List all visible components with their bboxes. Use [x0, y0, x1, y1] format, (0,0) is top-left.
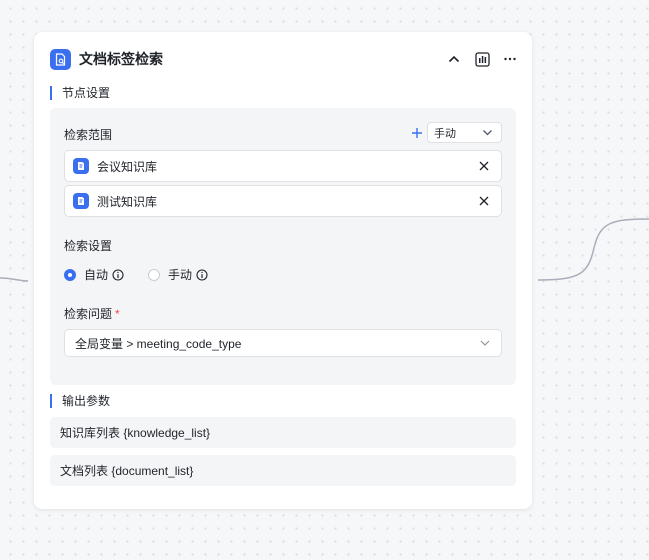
info-icon[interactable]: [112, 268, 124, 281]
node-settings-panel: 检索范围 手动 会议知识库 测试知识库 检索设置 自动 手动 检索问题 * 全局…: [50, 108, 516, 385]
retrieval-node-card[interactable]: 文档标签检索 节点设置 检索范围 手动 会议知识库 测试知识库 检索设置 自动 …: [34, 32, 532, 509]
plus-icon: [412, 127, 422, 138]
knowledge-base-name: 会议知识库: [97, 159, 158, 174]
knowledge-base-icon: [73, 158, 89, 174]
close-icon[interactable]: [477, 159, 491, 173]
collapse-icon[interactable]: [446, 51, 462, 67]
chart-icon[interactable]: [474, 51, 490, 67]
radio-button-unchecked[interactable]: [148, 268, 161, 281]
node-title: 文档标签检索: [79, 51, 163, 67]
output-param-row: 文档列表 {document_list}: [50, 455, 516, 486]
required-mark: *: [115, 307, 120, 321]
radio-manual[interactable]: 手动: [148, 266, 208, 283]
search-scope-label: 检索范围: [64, 128, 113, 142]
knowledge-base-item[interactable]: 会议知识库: [64, 150, 502, 182]
knowledge-base-item[interactable]: 测试知识库: [64, 185, 502, 217]
radio-button-checked[interactable]: [64, 268, 76, 281]
scope-mode-controls: 手动: [411, 122, 502, 143]
incoming-edge: [0, 277, 29, 282]
radio-label: 手动: [168, 268, 193, 282]
radio-auto[interactable]: 自动: [64, 266, 124, 283]
search-mode-radio-group: 自动 手动: [64, 266, 232, 283]
search-query-label-text: 检索问题: [64, 307, 113, 321]
knowledge-base-icon: [73, 193, 89, 209]
close-icon[interactable]: [477, 194, 491, 208]
scope-mode-select[interactable]: 手动: [427, 122, 502, 143]
add-knowledge-base-button[interactable]: [411, 127, 423, 139]
document-search-icon: [50, 48, 71, 70]
info-icon[interactable]: [196, 268, 208, 281]
chevron-down-icon: [479, 337, 491, 349]
search-query-label: 检索问题 *: [64, 305, 120, 322]
search-query-value: 全局变量 > meeting_code_type: [75, 336, 242, 351]
more-icon[interactable]: [502, 51, 518, 67]
output-param-row: 知识库列表 {knowledge_list}: [50, 417, 516, 448]
node-settings-title: 节点设置: [50, 86, 110, 100]
outgoing-edge: [537, 218, 649, 281]
chevron-down-icon: [482, 127, 493, 138]
scope-mode-value: 手动: [434, 127, 456, 140]
knowledge-base-name: 测试知识库: [97, 194, 158, 209]
node-header: 文档标签检索: [50, 48, 518, 70]
header-actions: [446, 51, 518, 67]
radio-label: 自动: [84, 268, 109, 282]
output-params-title: 输出参数: [50, 394, 110, 408]
search-query-select[interactable]: 全局变量 > meeting_code_type: [64, 329, 502, 357]
search-settings-label: 检索设置: [64, 239, 113, 253]
